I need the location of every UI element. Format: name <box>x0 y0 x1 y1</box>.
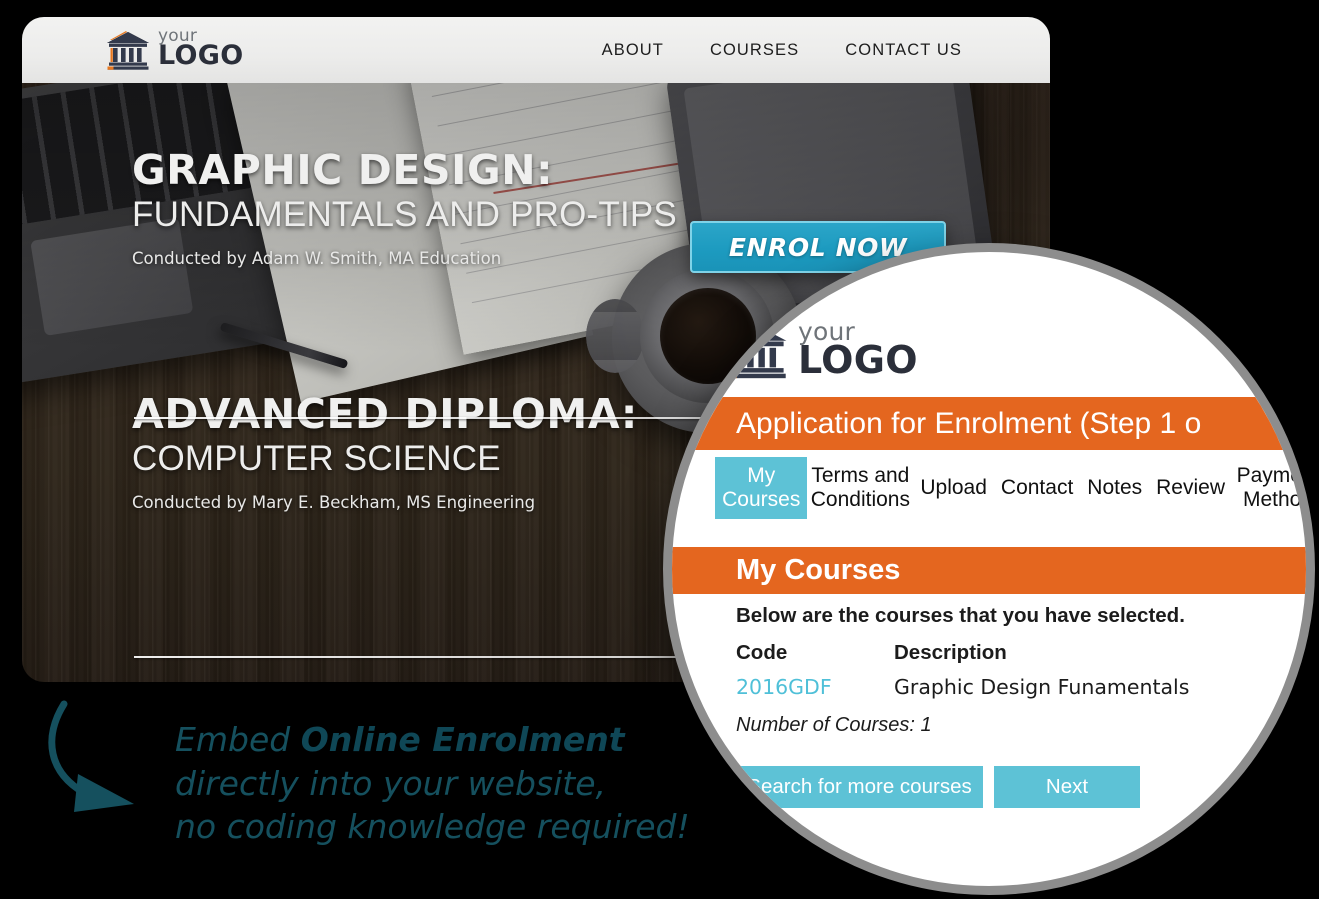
form-body: Below are the courses that you have sele… <box>736 604 1296 737</box>
site-nav: ABOUT COURSES CONTACT US <box>602 41 962 60</box>
hero-course-1: GRAPHIC DESIGN: FUNDAMENTALS AND PRO-TIP… <box>132 146 677 269</box>
site-header: your LOGO ABOUT COURSES CONTACT US <box>22 17 1050 83</box>
tab-my-courses[interactable]: My Courses <box>715 457 808 519</box>
tab-payment-method[interactable]: Payment Method <box>1232 457 1306 519</box>
enrolment-form: your LOGO Application for Enrolment (Ste… <box>672 252 1306 886</box>
table-header-row: Code Description <box>736 641 1296 675</box>
form-logo-main-text: LOGO <box>798 338 918 382</box>
table-row: 2016GDF Graphic Design Funamentals <box>736 675 1296 708</box>
nav-item-about[interactable]: ABOUT <box>602 41 664 60</box>
bank-building-icon <box>107 31 149 70</box>
tagline-line-3: no coding knowledge required! <box>175 807 690 847</box>
form-tabs: My Courses Terms and Conditions Upload C… <box>672 457 1306 519</box>
form-title-bar: Application for Enrolment (Step 1 o <box>672 397 1306 450</box>
tagline-line-1: Embed Online Enrolment <box>175 718 735 762</box>
column-header-description: Description <box>894 641 1007 664</box>
nav-item-courses[interactable]: COURSES <box>710 41 799 60</box>
form-actions: Search for more courses Next <box>736 766 1140 808</box>
tab-terms-and-conditions[interactable]: Terms and Conditions <box>807 457 913 519</box>
form-logo[interactable]: your LOGO <box>726 319 918 382</box>
bank-building-icon <box>727 323 787 379</box>
tagline-line-1-bold: Online Enrolment <box>300 720 625 759</box>
magnifier-circle: your LOGO Application for Enrolment (Ste… <box>663 243 1315 895</box>
section-header-my-courses: My Courses <box>672 547 1306 594</box>
cell-course-description: Graphic Design Funamentals <box>894 675 1190 699</box>
hero-course-1-conductor: Conducted by Adam W. Smith, MA Education <box>132 249 502 269</box>
logo-main-text: LOGO <box>158 40 244 72</box>
screenshot-stage: your LOGO ABOUT COURSES CONTACT US GRAPH… <box>0 0 1319 899</box>
hero-course-1-subtitle: FUNDAMENTALS AND PRO-TIPS <box>132 195 677 235</box>
hero-course-2-title: ADVANCED DIPLOMA: <box>132 390 638 438</box>
tabs-left-spacer <box>672 457 715 519</box>
nav-item-contact-us[interactable]: CONTACT US <box>845 41 962 60</box>
tagline-line-1-pre: Embed <box>175 720 301 759</box>
tab-upload[interactable]: Upload <box>913 457 994 519</box>
form-title: Application for Enrolment (Step 1 o <box>736 406 1202 440</box>
tagline: Embed Online Enrolment directly into you… <box>175 718 735 849</box>
tab-contact[interactable]: Contact <box>994 457 1080 519</box>
hero-course-2-subtitle: COMPUTER SCIENCE <box>132 439 501 479</box>
course-count: Number of Courses: 1 <box>736 714 932 736</box>
form-lead-text: Below are the courses that you have sele… <box>736 604 1185 627</box>
hero-course-2: ADVANCED DIPLOMA: COMPUTER SCIENCE Condu… <box>132 390 638 513</box>
selected-courses-table: Code Description 2016GDF Graphic Design … <box>736 641 1296 708</box>
search-for-more-courses-button[interactable]: Search for more courses <box>736 766 983 808</box>
next-button[interactable]: Next <box>994 766 1140 808</box>
cell-course-code[interactable]: 2016GDF <box>736 675 894 708</box>
tab-notes[interactable]: Notes <box>1080 457 1149 519</box>
site-logo[interactable]: your LOGO <box>106 27 244 72</box>
section-title: My Courses <box>736 554 901 586</box>
hero-course-1-title: GRAPHIC DESIGN: <box>132 146 554 194</box>
tagline-line-2: directly into your website, <box>175 763 606 803</box>
column-header-code: Code <box>736 641 788 664</box>
hero-course-2-conductor: Conducted by Mary E. Beckham, MS Enginee… <box>132 493 536 513</box>
tab-review[interactable]: Review <box>1149 457 1232 519</box>
